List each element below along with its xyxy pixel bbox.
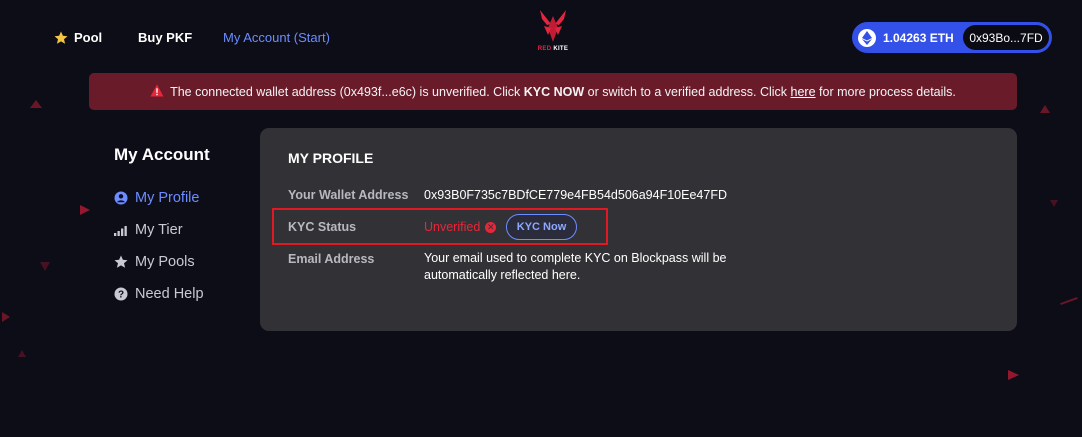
sidebar-item-my-pools[interactable]: My Pools [114, 254, 195, 270]
email-address-value: Your email used to complete KYC on Block… [424, 250, 726, 284]
nav-pool[interactable]: Pool [54, 30, 102, 45]
sidebar-title: My Account [114, 145, 210, 164]
kyc-now-button[interactable]: KYC Now [506, 214, 577, 240]
background-triangle [1040, 105, 1050, 113]
background-triangle [18, 350, 26, 357]
star-icon [114, 255, 128, 269]
nav-my-account[interactable]: My Account (Start) [223, 30, 330, 45]
logo-text: RED KITE [538, 46, 568, 52]
top-navigation: Pool Buy PKF My Account (Start) RED KITE… [0, 0, 1082, 72]
question-circle-icon: ? [114, 287, 128, 301]
sidebar-item-my-profile[interactable]: My Profile [114, 190, 199, 206]
sidebar-item-my-tier[interactable]: My Tier [114, 222, 183, 238]
wallet-address-label: Your Wallet Address [288, 188, 409, 202]
alert-text-before: The connected wallet address (0x493f...e… [170, 84, 521, 99]
wallet-address-value: 0x93B0F735c7BDfCE779e4FB54d506a94F10Ee47… [424, 188, 727, 202]
sidebar-item-label: My Profile [135, 190, 200, 206]
ethereum-icon [858, 28, 876, 47]
logo-text-red: RED [537, 46, 552, 52]
email-value-line-1: Your email used to complete KYC on Block… [424, 251, 727, 265]
alert-text-after: for more process details. [819, 84, 956, 99]
email-value-line-2: automatically reflected here. [424, 268, 581, 282]
sidebar-item-need-help[interactable]: ? Need Help [114, 286, 204, 302]
kyc-status-value: Unverified ✕ [424, 220, 497, 234]
warning-icon [150, 84, 164, 100]
svg-text:?: ? [118, 290, 124, 301]
wallet-address-button[interactable]: 0x93Bo...7FD [963, 25, 1049, 50]
background-triangle [2, 312, 10, 322]
wallet-pill[interactable]: 1.04263 ETH 0x93Bo...7FD [852, 22, 1052, 53]
alert-kyc-now: KYC NOW [523, 84, 585, 99]
sidebar-item-label: Need Help [135, 286, 204, 302]
background-triangle [1050, 200, 1058, 207]
background-triangle [1008, 370, 1019, 380]
unverified-wallet-alert: The connected wallet address (0x493f...e… [89, 73, 1017, 110]
kyc-status-label: KYC Status [288, 220, 357, 234]
close-circle-icon: ✕ [485, 221, 497, 233]
star-icon [54, 31, 68, 45]
alert-here-link[interactable]: here [791, 85, 816, 99]
red-kite-logo[interactable]: RED KITE [531, 8, 575, 58]
sidebar-item-label: My Tier [135, 222, 183, 238]
background-triangle [1060, 296, 1078, 306]
background-triangle [30, 100, 42, 108]
user-circle-icon [114, 191, 128, 205]
background-triangle [40, 262, 50, 271]
nav-buy-pkf[interactable]: Buy PKF [138, 30, 192, 45]
background-triangle [80, 205, 90, 215]
sidebar-item-label: My Pools [135, 254, 195, 270]
alert-message: The connected wallet address (0x493f...e… [170, 85, 956, 99]
kite-logo-icon [540, 10, 566, 42]
logo-text-white: KITE [553, 46, 569, 52]
profile-card: MY PROFILE Your Wallet Address 0x93B0F73… [260, 128, 1017, 331]
profile-title: MY PROFILE [288, 150, 374, 166]
signal-bars-icon [114, 223, 128, 237]
alert-text-middle: or switch to a verified address. Click [587, 84, 788, 99]
nav-pool-label: Pool [74, 30, 103, 45]
email-address-label: Email Address [288, 252, 375, 266]
eth-balance: 1.04263 ETH [883, 30, 954, 45]
kyc-status-text: Unverified [424, 220, 481, 234]
